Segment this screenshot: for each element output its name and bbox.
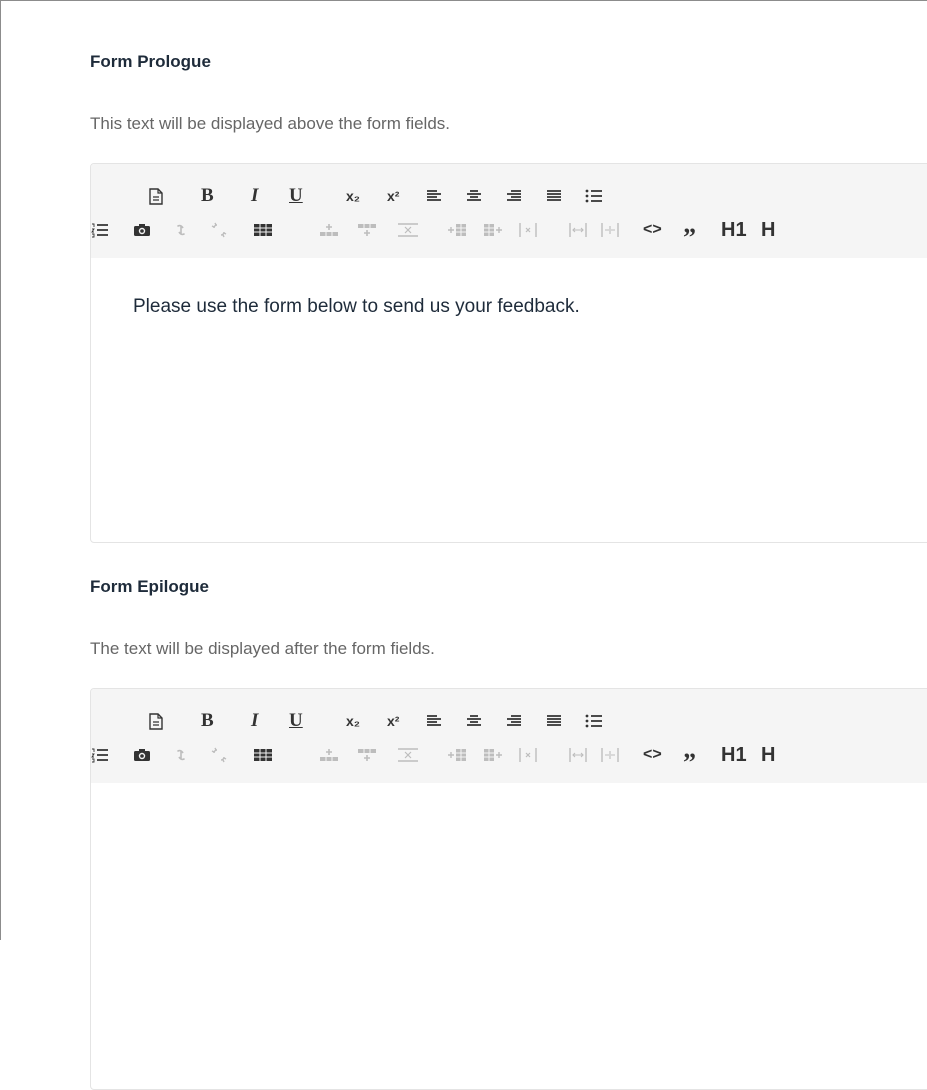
insert-column-left-icon[interactable] [447, 218, 467, 242]
subscript-button[interactable]: x₂ [346, 709, 360, 733]
insert-row-above-icon[interactable] [319, 743, 339, 767]
align-justify-icon[interactable] [546, 709, 562, 733]
italic-button[interactable]: I [251, 709, 258, 733]
bullet-list-icon[interactable] [585, 184, 603, 208]
rich-text-editor[interactable]: B I Ux₂ x² <> ” H1 H [90, 688, 927, 1090]
insert-column-right-icon[interactable] [483, 743, 503, 767]
delete-row-icon[interactable] [397, 743, 419, 767]
superscript-button[interactable]: x² [387, 709, 399, 733]
insert-column-left-icon[interactable] [447, 743, 467, 767]
insert-column-right-icon[interactable] [483, 218, 503, 242]
bold-button[interactable]: B [201, 709, 214, 733]
delete-column-icon[interactable] [519, 218, 537, 242]
quote-button[interactable]: ” [683, 218, 696, 252]
insert-row-above-icon[interactable] [319, 218, 339, 242]
align-right-icon[interactable] [506, 709, 522, 733]
table-icon[interactable] [253, 743, 273, 767]
align-left-icon[interactable] [426, 184, 442, 208]
camera-icon[interactable] [133, 743, 151, 767]
insert-row-below-icon[interactable] [357, 743, 377, 767]
section-description: The text will be displayed after the for… [90, 639, 435, 658]
heading1-button[interactable]: H1 [721, 743, 747, 767]
underline-button[interactable]: U [289, 184, 303, 208]
section-title: Form Prologue [90, 52, 211, 71]
editor-toolbar: B I Ux₂ x² <> ” H1 H [91, 689, 927, 783]
heading2-button[interactable]: H [761, 218, 775, 242]
split-cells-icon[interactable] [601, 743, 619, 767]
align-center-icon[interactable] [466, 709, 482, 733]
align-center-icon[interactable] [466, 184, 482, 208]
rich-text-editor[interactable]: B I Ux₂ x² <> ” H1 H Please use the form below … [90, 163, 927, 543]
heading2-button[interactable]: H [761, 743, 775, 767]
italic-button[interactable]: I [251, 184, 258, 208]
heading1-button[interactable]: H1 [721, 218, 747, 242]
table-icon[interactable] [253, 218, 273, 242]
align-right-icon[interactable] [506, 184, 522, 208]
quote-button[interactable]: ” [683, 743, 696, 777]
split-cells-icon[interactable] [601, 218, 619, 242]
source-icon[interactable] [149, 184, 163, 208]
camera-icon[interactable] [133, 218, 151, 242]
numbered-list-icon[interactable] [91, 218, 109, 242]
align-left-icon[interactable] [426, 709, 442, 733]
section-title: Form Epilogue [90, 577, 209, 596]
superscript-button[interactable]: x² [387, 184, 399, 208]
subscript-button[interactable]: x₂ [346, 184, 360, 208]
code-button[interactable]: <> [643, 743, 662, 767]
underline-button[interactable]: U [289, 709, 303, 733]
insert-row-below-icon[interactable] [357, 218, 377, 242]
source-icon[interactable] [149, 709, 163, 733]
link-icon[interactable] [173, 743, 189, 767]
editor-toolbar: B I Ux₂ x² <> ” H1 H [91, 164, 927, 258]
form-epilogue-section: Form Epilogue The text will be displayed… [90, 575, 927, 1090]
form-prologue-section: Form Prologue This text will be displaye… [90, 50, 927, 543]
merge-cells-icon[interactable] [569, 743, 587, 767]
editor-content[interactable]: Please use the form below to send us you… [91, 258, 927, 494]
bullet-list-icon[interactable] [585, 709, 603, 733]
editor-content[interactable] [91, 783, 927, 1019]
delete-row-icon[interactable] [397, 218, 419, 242]
merge-cells-icon[interactable] [569, 218, 587, 242]
section-description: This text will be displayed above the fo… [90, 114, 451, 133]
unlink-icon[interactable] [211, 218, 227, 242]
link-icon[interactable] [173, 218, 189, 242]
align-justify-icon[interactable] [546, 184, 562, 208]
numbered-list-icon[interactable] [91, 743, 109, 767]
delete-column-icon[interactable] [519, 743, 537, 767]
bold-button[interactable]: B [201, 184, 214, 208]
code-button[interactable]: <> [643, 218, 662, 242]
unlink-icon[interactable] [211, 743, 227, 767]
